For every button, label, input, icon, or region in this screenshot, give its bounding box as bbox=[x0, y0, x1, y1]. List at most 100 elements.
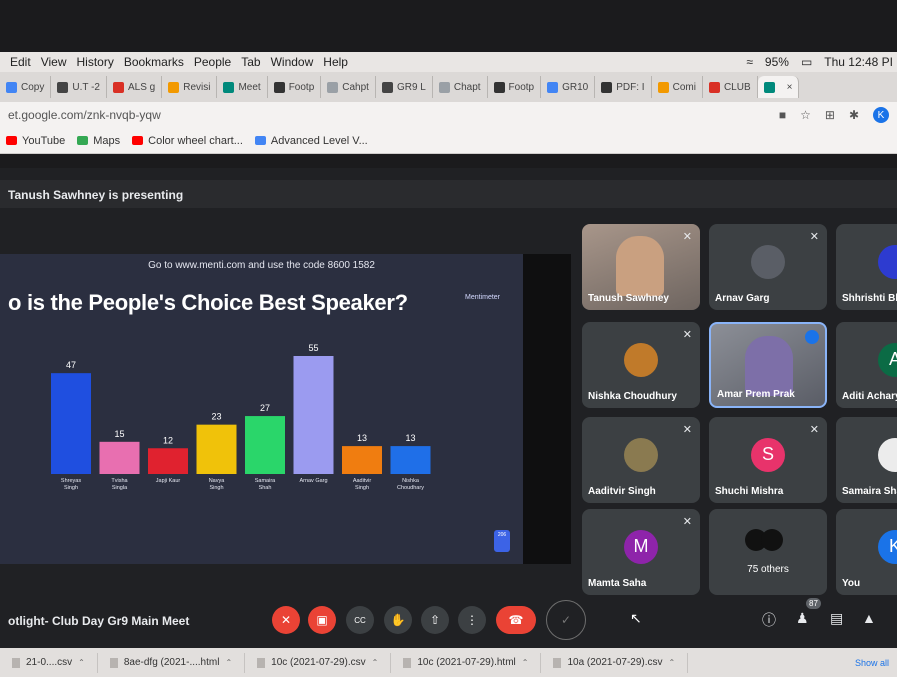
participant-tile[interactable]: ✕ Aaditvir Singh bbox=[582, 417, 700, 503]
file-icon bbox=[12, 657, 20, 668]
browser-tab[interactable]: GR9 L bbox=[376, 76, 433, 98]
chart-bar bbox=[51, 373, 91, 474]
extensions-icon[interactable]: ✱ bbox=[849, 108, 859, 122]
participant-avatar bbox=[878, 244, 897, 279]
browser-tab[interactable]: U.T -2 bbox=[51, 76, 107, 98]
tab-favicon-icon bbox=[223, 81, 235, 93]
participant-tile[interactable]: A Aditi Acharya bbox=[836, 322, 897, 408]
tab-label: Revisi bbox=[183, 81, 211, 93]
mic-off-button[interactable]: ✕ bbox=[272, 606, 300, 634]
browser-tab[interactable]: ALS g bbox=[107, 76, 163, 98]
camera-icon[interactable]: ■ bbox=[779, 108, 786, 122]
bookmark-star-icon[interactable]: ☆ bbox=[800, 108, 811, 122]
tab-favicon-icon bbox=[708, 81, 720, 93]
participant-avatar bbox=[878, 437, 897, 472]
participant-video bbox=[616, 236, 664, 296]
participant-tile[interactable]: Shhrishti Bh bbox=[836, 224, 897, 310]
battery-icon[interactable]: ▭ bbox=[801, 55, 812, 69]
mic-off-icon: ✕ bbox=[280, 613, 292, 627]
profile-avatar[interactable]: K bbox=[873, 107, 889, 123]
browser-tab[interactable]: PDF: I bbox=[595, 76, 652, 98]
tab-favicon-icon bbox=[327, 81, 339, 93]
menu-history[interactable]: History bbox=[76, 55, 113, 69]
category-label: Samaira bbox=[255, 478, 276, 484]
tab-favicon-icon bbox=[547, 81, 559, 93]
bookmark-item[interactable]: YouTube bbox=[6, 135, 65, 147]
download-item[interactable]: 21-0....csv ⌃ bbox=[0, 652, 98, 673]
raise-hand-button[interactable]: ✋ bbox=[384, 606, 412, 634]
browser-tab[interactable]: Cahpt bbox=[321, 76, 376, 98]
show-all-downloads[interactable]: Show all bbox=[855, 658, 889, 668]
wifi-icon[interactable]: ≈ bbox=[746, 55, 753, 69]
close-tab-icon[interactable]: × bbox=[787, 82, 793, 93]
slide-code-line: Go to www.menti.com and use the code 860… bbox=[148, 260, 375, 271]
people-button[interactable]: ♟ bbox=[796, 610, 809, 627]
menu-bookmarks[interactable]: Bookmarks bbox=[124, 55, 184, 69]
category-label: Nishka bbox=[402, 478, 420, 484]
download-filename: 8ae-dfg (2021-....html bbox=[123, 657, 220, 668]
chart-bar bbox=[245, 416, 285, 474]
chevron-up-icon[interactable]: ⌃ bbox=[78, 658, 85, 667]
browser-tab[interactable]: Revisi bbox=[162, 76, 218, 98]
participant-tile[interactable]: ✕ Tanush Sawhney bbox=[582, 224, 700, 310]
bookmark-item[interactable]: Maps bbox=[77, 135, 120, 147]
chevron-up-icon[interactable]: ⌃ bbox=[225, 658, 232, 667]
captions-button[interactable]: CC bbox=[346, 606, 374, 634]
bar-chart: 47ShreyasSingh15TvishaSingla12Japji Kaur… bbox=[51, 343, 431, 491]
download-filename: 10a (2021-07-29).csv bbox=[567, 657, 663, 668]
tab-strip: Copy U.T -2 ALS g Revisi Meet Footp Cahpt GR9 L… bbox=[0, 72, 897, 102]
browser-tab[interactable]: GR10 bbox=[541, 76, 596, 98]
participant-tile[interactable]: Amar Prem Prak bbox=[709, 322, 827, 408]
more-options-button[interactable]: ⋮ bbox=[458, 606, 486, 634]
phone-end-icon: ☎ bbox=[508, 613, 524, 627]
chart-bar bbox=[293, 356, 334, 474]
mic-muted-icon: ✕ bbox=[682, 329, 692, 341]
download-item[interactable]: 10a (2021-07-29).csv ⌃ bbox=[541, 652, 689, 673]
download-item[interactable]: 8ae-dfg (2021-....html ⌃ bbox=[98, 652, 246, 673]
camera-off-button[interactable]: ▣ bbox=[308, 606, 336, 634]
participant-tile[interactable]: 75 others bbox=[709, 509, 827, 595]
check-button[interactable]: ✓ bbox=[546, 600, 586, 640]
browser-tab[interactable]: Comi bbox=[652, 76, 703, 98]
browser-tab[interactable]: CLUB bbox=[703, 76, 758, 98]
browser-tab[interactable]: × bbox=[757, 76, 800, 98]
chat-button[interactable]: ▤ bbox=[830, 610, 843, 627]
chevron-up-icon[interactable]: ⌃ bbox=[669, 658, 676, 667]
bookmark-item[interactable]: Advanced Level V... bbox=[254, 135, 368, 147]
participant-avatar bbox=[624, 342, 658, 377]
participant-tile[interactable]: ✕ Arnav Garg bbox=[709, 224, 827, 310]
browser-tab[interactable]: Meet bbox=[217, 76, 268, 98]
bookmark-favicon-icon bbox=[77, 136, 89, 145]
menu-edit[interactable]: Edit bbox=[10, 55, 31, 69]
browser-tab[interactable]: Chapt bbox=[433, 76, 488, 98]
chevron-up-icon[interactable]: ⌃ bbox=[372, 658, 379, 667]
download-item[interactable]: 10c (2021-07-29).csv ⌃ bbox=[245, 652, 392, 673]
participant-name: You bbox=[842, 578, 861, 589]
participant-tile[interactable]: S ✕ Shuchi Mishra bbox=[709, 417, 827, 503]
tab-label: Copy bbox=[21, 81, 45, 93]
url-field[interactable]: et.google.com/znk-nvqb-yqw bbox=[8, 108, 161, 122]
menu-people[interactable]: People bbox=[194, 55, 231, 69]
tab-label: Footp bbox=[288, 81, 315, 93]
browser-tab[interactable]: Footp bbox=[268, 76, 322, 98]
participant-tile[interactable]: ✕ Nishka Choudhury bbox=[582, 322, 700, 408]
menu-view[interactable]: View bbox=[41, 55, 67, 69]
activities-button[interactable]: ▲ bbox=[862, 610, 876, 626]
info-button[interactable]: ⓘ bbox=[762, 610, 776, 630]
download-item[interactable]: 10c (2021-07-29).html ⌃ bbox=[391, 652, 542, 673]
chevron-up-icon[interactable]: ⌃ bbox=[522, 658, 529, 667]
browser-tab[interactable]: Copy bbox=[0, 76, 52, 98]
browser-tab[interactable]: Footp bbox=[488, 76, 542, 98]
bookmark-item[interactable]: Color wheel chart... bbox=[132, 135, 243, 147]
menu-window[interactable]: Window bbox=[271, 55, 314, 69]
grid-icon[interactable]: ⊞ bbox=[825, 108, 835, 122]
clock[interactable]: Thu 12:48 PI bbox=[824, 55, 893, 69]
info-icon: ⓘ bbox=[762, 612, 776, 628]
menu-tab[interactable]: Tab bbox=[241, 55, 260, 69]
present-button[interactable]: ⇧ bbox=[421, 606, 449, 634]
participant-tile[interactable]: Samaira Shah bbox=[836, 417, 897, 503]
leave-call-button[interactable]: ☎ bbox=[496, 606, 536, 634]
menu-help[interactable]: Help bbox=[323, 55, 348, 69]
participant-tile[interactable]: K You bbox=[836, 509, 897, 595]
participant-tile[interactable]: M ✕ Mamta Saha bbox=[582, 509, 700, 595]
